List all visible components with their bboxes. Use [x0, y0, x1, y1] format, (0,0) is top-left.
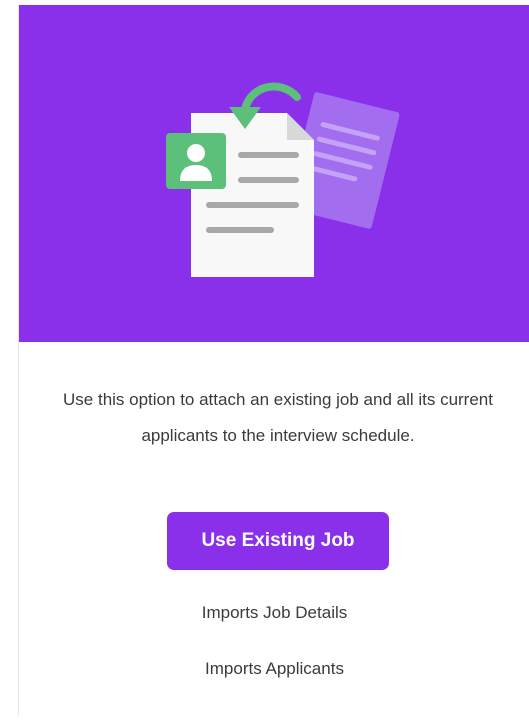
hero-banner	[19, 5, 529, 342]
attach-existing-job-icon	[166, 82, 400, 277]
existing-job-option-card: Use this option to attach an existing jo…	[18, 5, 529, 715]
feature-imports-job-details: Imports Job Details	[201, 603, 348, 622]
feature-imports-applicants: Imports Applicants	[205, 659, 344, 678]
page: Use this option to attach an existing jo…	[0, 0, 529, 725]
use-existing-job-button[interactable]: Use Existing Job	[167, 512, 389, 570]
option-description: Use this option to attach an existing jo…	[63, 390, 493, 445]
applicant-avatar-icon	[166, 133, 226, 189]
